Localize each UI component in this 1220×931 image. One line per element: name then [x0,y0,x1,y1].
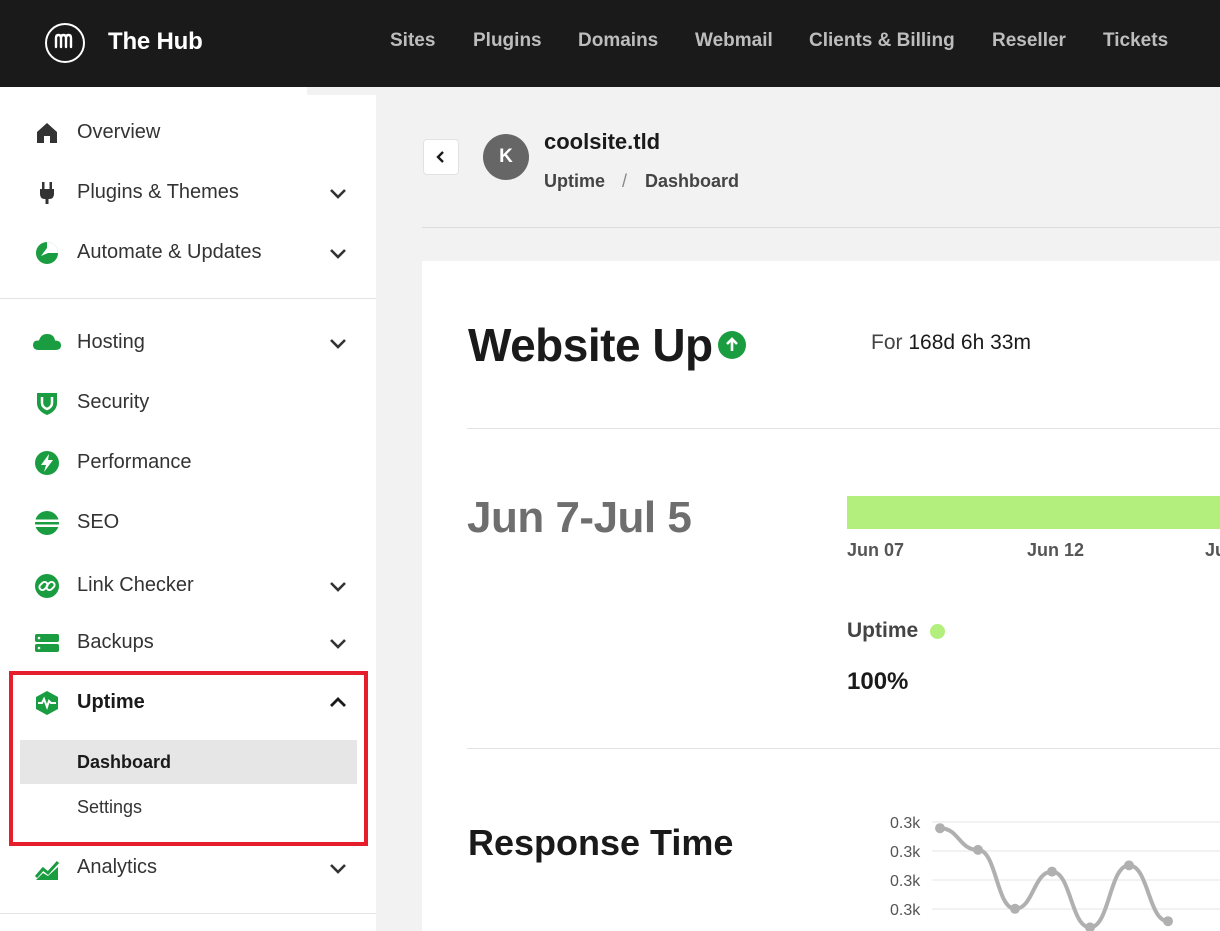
topnav-clients-billing[interactable]: Clients & Billing [809,30,955,52]
sidebar-item-seo[interactable]: SEO [0,501,376,545]
sidebar-item-label: Security [77,391,150,413]
brand-name[interactable]: The Hub [108,28,203,56]
card-divider [467,428,1220,429]
avatar[interactable]: K [483,134,529,180]
sidebar-item-security[interactable]: Security [0,381,376,425]
uptime-duration: For 168d 6h 33m [871,331,1031,355]
sidebar-item-label: Automate & Updates [77,241,262,263]
chevron-down-icon[interactable] [327,332,349,354]
chart-y-tick-label: 0.3k [890,902,921,919]
uptime-legend-dot [930,624,945,639]
uptime-legend-label: Uptime [847,619,919,642]
analytics-icon [34,860,60,880]
chart-point[interactable] [973,844,983,855]
chart-point[interactable] [1163,916,1173,927]
sidebar-item-label: Performance [77,451,192,473]
sidebar-item-hosting[interactable]: Hosting [0,321,376,365]
uptime-percentage: 100% [847,668,909,695]
chevron-down-icon[interactable] [327,242,349,264]
bolt-icon [35,451,59,475]
chevron-down-icon[interactable] [327,857,349,879]
chart-y-tick-label: 0.3k [890,844,921,861]
sidebar-item-performance[interactable]: Performance [0,441,376,485]
home-icon [37,123,57,143]
automate-icon [36,242,58,264]
sidebar-item-label: Backups [77,631,154,653]
sidebar-item-overview[interactable]: Overview [0,111,376,155]
bar-tick-label: Ju [1205,540,1220,560]
sidebar-item-label: Plugins & Themes [77,181,239,203]
chart-series-line [939,826,1169,930]
bar-tick-label: Jun 07 [847,540,905,560]
chart-point[interactable] [1010,903,1020,914]
sidebar-item-link-checker[interactable]: Link Checker [0,564,376,608]
chart-y-tick-label: 0.3k [890,873,921,890]
breadcrumb-dashboard: Dashboard [645,171,740,191]
status-title: Website Up [468,319,713,371]
plug-icon [40,182,54,204]
uptime-bar[interactable] [847,496,1220,529]
topnav-plugins[interactable]: Plugins [473,30,542,52]
chart-point[interactable] [1047,866,1057,877]
header-divider [422,227,1220,228]
sidebar-item-plugins-themes[interactable]: Plugins & Themes [0,171,376,215]
sidebar-item-label: Overview [77,121,161,143]
top-navigation-bar: The Hub Sites Plugins Domains Webmail Cl… [0,0,1220,87]
duration-value: 168d 6h 33m [908,331,1031,354]
chart-point[interactable] [1124,860,1134,871]
sidebar-item-label: Hosting [77,331,145,353]
card-divider [467,748,1220,749]
topnav-domains[interactable]: Domains [578,30,658,52]
shield-icon [37,393,57,415]
sidebar-divider [0,913,376,914]
chart-point[interactable] [935,823,945,834]
bar-tick-label: Jun 12 [1027,540,1085,560]
sidebar-item-label: Link Checker [77,574,194,596]
response-time-chart: 0.3k 0.3k 0.3k 0.3k [890,815,1220,931]
chevron-left-icon [436,151,444,163]
arrow-up-icon [718,331,746,359]
chart-point[interactable] [1085,922,1095,931]
date-range: Jun 7-Jul 5 [467,493,692,542]
response-time-title: Response Time [468,822,734,863]
topnav-reseller[interactable]: Reseller [992,30,1066,52]
sidebar-item-automate-updates[interactable]: Automate & Updates [0,231,376,275]
back-button[interactable] [423,139,459,175]
topnav-sites[interactable]: Sites [390,30,435,52]
site-name: coolsite.tld [544,129,661,154]
breadcrumb-separator: / [622,171,628,191]
sidebar-item-label: Analytics [77,856,158,878]
sidebar-item-label: SEO [77,511,120,533]
sidebar-top-strip [0,87,307,95]
breadcrumb-uptime[interactable]: Uptime [544,171,605,192]
chevron-down-icon[interactable] [327,632,349,654]
highlight-box [9,671,368,846]
duration-prefix: For [871,331,903,354]
cloud-icon [33,334,61,350]
wpmudev-logo-icon[interactable] [45,23,85,63]
chevron-down-icon[interactable] [327,575,349,597]
chart-y-tick-label: 0.3k [890,815,921,832]
sidebar-item-analytics[interactable]: Analytics [0,846,376,890]
topnav-webmail[interactable]: Webmail [695,30,773,52]
link-icon [35,574,59,598]
backups-icon [35,634,59,652]
sidebar-divider [0,298,376,299]
seo-icon [35,511,59,535]
chevron-down-icon[interactable] [327,182,349,204]
sidebar-item-backups[interactable]: Backups [0,621,376,665]
topnav-tickets[interactable]: Tickets [1103,30,1168,52]
